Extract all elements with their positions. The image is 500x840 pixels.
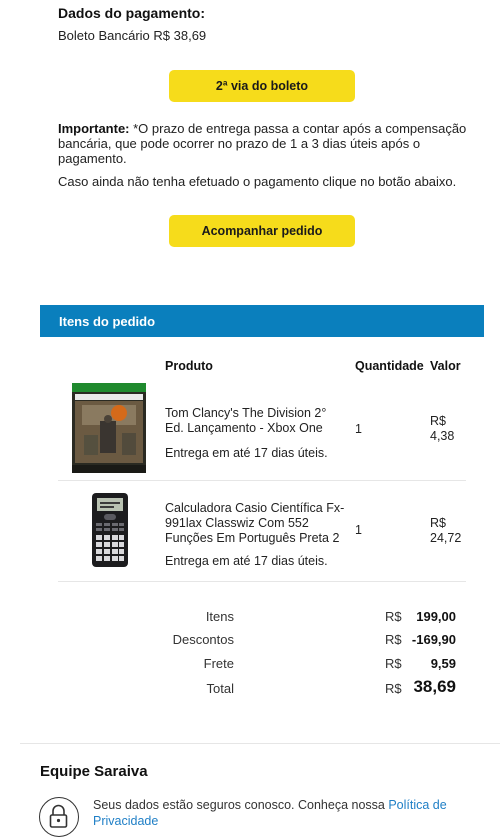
- totals-label-discounts: Descontos: [172, 632, 234, 647]
- security-text: Seus dados estão seguros conosco. Conheç…: [93, 798, 385, 812]
- security-notice: Seus dados estão seguros conosco. Conheç…: [93, 797, 473, 829]
- item-value: 24,72: [430, 531, 462, 545]
- row-divider: [58, 480, 466, 481]
- column-header-value: Valor: [430, 359, 461, 373]
- totals-value-shipping: 9,59: [430, 656, 456, 671]
- items-section-header: Itens do pedido: [40, 305, 484, 337]
- boleto-copy-button[interactable]: 2ª via do boleto: [169, 70, 355, 102]
- footer-divider: [20, 743, 500, 744]
- team-signature: Equipe Saraiva: [40, 763, 148, 780]
- payment-heading: Dados do pagamento:: [58, 5, 206, 21]
- item-currency: R$: [430, 414, 446, 428]
- items-section-title: Itens do pedido: [59, 313, 156, 329]
- item-quantity: 1: [355, 523, 362, 537]
- item-quantity: 1: [355, 422, 362, 436]
- item-value: 4,38: [430, 429, 455, 443]
- important-notice: Importante: *O prazo de entrega passa a …: [58, 121, 468, 166]
- column-header-quantity: Quantidade: [355, 359, 424, 373]
- totals-value-total: 38,69: [413, 677, 456, 696]
- totals-label-items: Itens: [205, 609, 234, 624]
- payment-pending-text: Caso ainda não tenha efetuado o pagament…: [58, 174, 457, 189]
- totals-value-discounts: -169,90: [411, 632, 456, 647]
- totals-value-items: 199,00: [416, 609, 456, 624]
- game-box-icon: [72, 383, 146, 473]
- payment-method-line: Boleto Bancário R$ 38,69: [58, 28, 207, 43]
- product-image-game[interactable]: [72, 383, 146, 473]
- lock-icon: [39, 797, 79, 837]
- item-delivery: Entrega em até 17 dias úteis.: [165, 554, 328, 568]
- item-name[interactable]: Tom Clancy's The Division 2° Ed. Lançame…: [165, 406, 345, 436]
- track-order-button[interactable]: Acompanhar pedido: [169, 215, 355, 247]
- important-label: Importante:: [58, 121, 130, 136]
- item-delivery: Entrega em até 17 dias úteis.: [165, 446, 328, 460]
- item-currency: R$: [430, 516, 446, 530]
- totals-label-shipping: Frete: [203, 656, 234, 671]
- column-header-product: Produto: [165, 359, 213, 373]
- product-image-calculator[interactable]: [92, 493, 128, 567]
- totals-label-total: Total: [206, 681, 234, 696]
- row-divider: [58, 581, 466, 582]
- item-name[interactable]: Calculadora Casio Científica Fx-991lax C…: [165, 501, 347, 546]
- calculator-icon: [92, 493, 128, 567]
